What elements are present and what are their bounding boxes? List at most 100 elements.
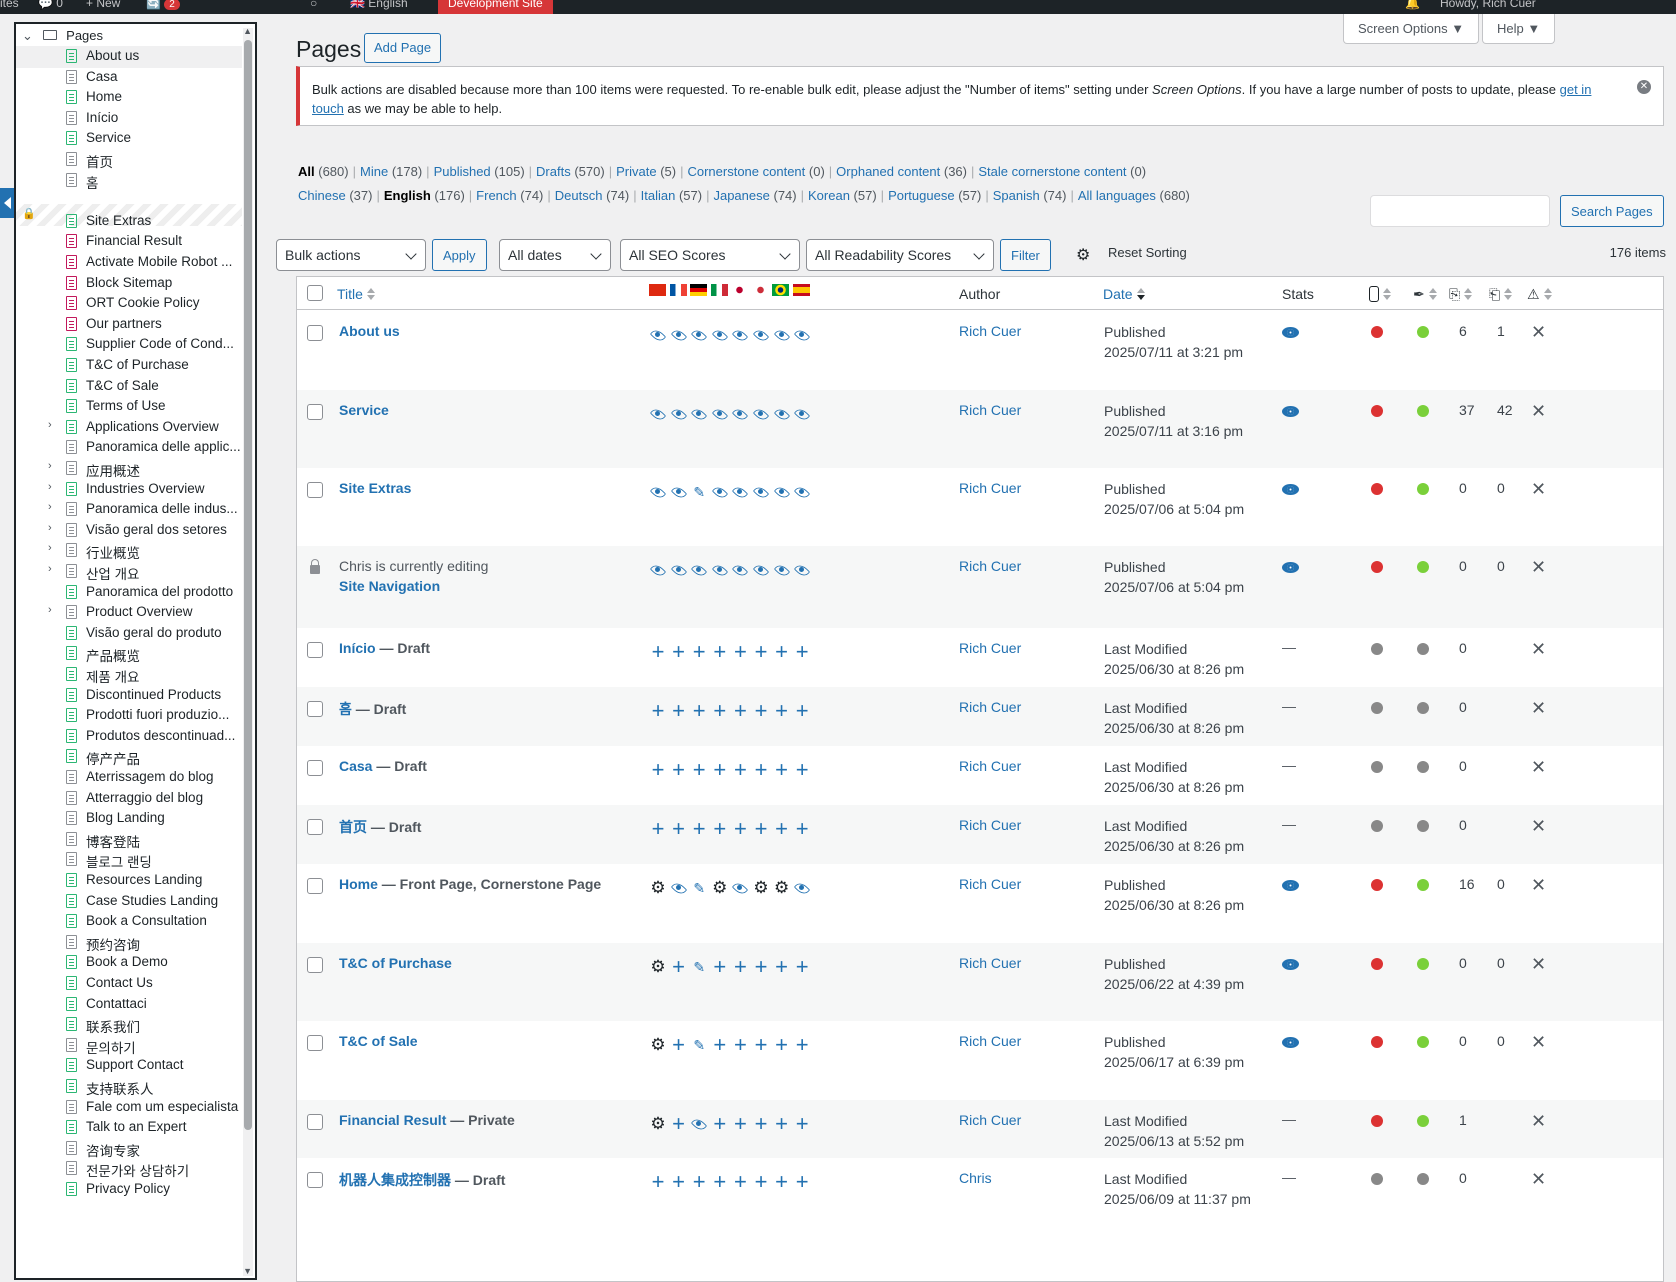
view-translation-icon[interactable] <box>731 405 749 423</box>
add-translation-icon[interactable]: + <box>731 1034 749 1056</box>
tree-item[interactable]: 제품 개요 <box>16 664 242 686</box>
collapse-arrow-icon[interactable]: ⌄ <box>22 28 33 43</box>
row-checkbox[interactable] <box>307 760 323 776</box>
tree-item[interactable]: › Industries Overview <box>16 479 242 501</box>
touch-link[interactable]: touch <box>312 101 344 116</box>
search-icon[interactable]: ○ <box>310 0 317 10</box>
add-translation-icon[interactable]: + <box>752 1113 770 1135</box>
add-translation-icon[interactable]: + <box>752 641 770 663</box>
add-translation-icon[interactable]: + <box>752 1034 770 1056</box>
row-checkbox[interactable] <box>307 878 323 894</box>
author-link[interactable]: Rich Cuer <box>959 480 1021 496</box>
edit-translation-icon[interactable]: ✎ <box>690 483 708 501</box>
tree-item[interactable]: 전문가와 상담하기 <box>16 1158 242 1180</box>
stats-eye-icon[interactable] <box>1282 484 1299 496</box>
tree-item[interactable]: Supplier Code of Cond... <box>16 334 242 356</box>
tree-item[interactable]: Fale com um especialista <box>16 1097 242 1119</box>
add-translation-icon[interactable]: + <box>711 759 729 781</box>
language-link[interactable]: Italian (57) <box>641 188 702 203</box>
close-icon[interactable]: ✕ <box>1531 758 1546 776</box>
apply-button[interactable]: Apply <box>432 239 487 271</box>
seo-scores-select[interactable]: All SEO Scores <box>620 239 800 271</box>
row-title-link[interactable]: About us <box>339 323 400 339</box>
add-translation-icon[interactable]: + <box>711 641 729 663</box>
add-translation-icon[interactable]: + <box>711 700 729 722</box>
gear-icon[interactable]: ⚙ <box>752 879 770 897</box>
author-link[interactable]: Rich Cuer <box>959 955 1021 971</box>
row-checkbox[interactable] <box>307 1172 323 1188</box>
tree-item[interactable]: Visão geral do produto <box>16 623 242 645</box>
filter-button[interactable]: Filter <box>1000 239 1051 271</box>
chevron-right-icon[interactable]: › <box>48 419 52 431</box>
tree-item[interactable]: ORT Cookie Policy <box>16 293 242 315</box>
add-translation-icon[interactable]: + <box>670 1034 688 1056</box>
view-translation-icon[interactable] <box>793 405 811 423</box>
close-icon[interactable]: ✕ <box>1531 558 1546 576</box>
author-link[interactable]: Rich Cuer <box>959 323 1021 339</box>
gear-icon[interactable]: ⚙ <box>649 958 667 976</box>
tree-item[interactable]: Blog Landing <box>16 808 242 830</box>
tree-item[interactable]: › Panoramica delle indus... <box>16 499 242 521</box>
row-title-link[interactable]: Service <box>339 402 389 418</box>
admin-bar-site-stub[interactable]: ites <box>0 0 19 10</box>
close-icon[interactable]: ✕ <box>1531 323 1546 341</box>
add-translation-icon[interactable]: + <box>649 818 667 840</box>
view-translation-icon[interactable] <box>773 561 791 579</box>
readability-header[interactable]: ✒ <box>1413 286 1437 303</box>
gear-icon[interactable]: ⚙ <box>649 1115 667 1133</box>
tree-item[interactable]: Terms of Use <box>16 396 242 418</box>
view-translation-icon[interactable] <box>690 1115 708 1133</box>
view-translation-icon[interactable] <box>731 326 749 344</box>
readability-select[interactable]: All Readability Scores <box>806 239 994 271</box>
view-translation-icon[interactable] <box>752 561 770 579</box>
view-translation-icon[interactable] <box>649 483 667 501</box>
tree-item[interactable]: Case Studies Landing <box>16 891 242 913</box>
row-checkbox[interactable] <box>307 325 323 341</box>
add-translation-icon[interactable]: + <box>731 700 749 722</box>
tree-item[interactable]: 홈 <box>16 170 242 192</box>
tree-item[interactable]: › 应用概述 <box>16 458 242 480</box>
tree-item[interactable]: 문의하기 <box>16 1035 242 1057</box>
add-translation-icon[interactable]: + <box>649 641 667 663</box>
tree-item[interactable]: Financial Result <box>16 231 242 253</box>
view-translation-icon[interactable] <box>711 561 729 579</box>
add-translation-icon[interactable]: + <box>670 1113 688 1135</box>
row-checkbox[interactable] <box>307 482 323 498</box>
add-translation-icon[interactable]: + <box>752 700 770 722</box>
screen-options-button[interactable]: Screen Options ▼ <box>1343 14 1480 44</box>
dev-site-badge[interactable]: Development Site <box>438 0 553 14</box>
stats-eye-icon[interactable] <box>1282 880 1299 892</box>
author-link[interactable]: Rich Cuer <box>959 402 1021 418</box>
collapse-tree-tab[interactable] <box>0 188 14 218</box>
howdy-user[interactable]: Howdy, Rich Cuer <box>1440 0 1536 10</box>
add-translation-icon[interactable]: + <box>793 700 811 722</box>
view-translation-icon[interactable] <box>711 326 729 344</box>
close-icon[interactable]: ✕ <box>1531 1112 1546 1130</box>
comments-icon[interactable]: 💬 0 <box>38 0 63 10</box>
incoming-links-header[interactable]: ⎗ <box>1489 286 1513 303</box>
add-translation-icon[interactable]: + <box>752 759 770 781</box>
view-translation-icon[interactable] <box>793 879 811 897</box>
add-translation-icon[interactable]: + <box>690 700 708 722</box>
tree-item[interactable]: 产品概览 <box>16 643 242 665</box>
tree-item[interactable]: › Visão geral dos setores <box>16 520 242 542</box>
tree-item[interactable]: Produtos descontinuad... <box>16 726 242 748</box>
row-checkbox[interactable] <box>307 701 323 717</box>
add-translation-icon[interactable]: + <box>711 1034 729 1056</box>
view-translation-icon[interactable] <box>711 483 729 501</box>
chevron-right-icon[interactable]: › <box>48 481 52 493</box>
author-link[interactable]: Rich Cuer <box>959 876 1021 892</box>
language-link[interactable]: French (74) <box>476 188 543 203</box>
chevron-right-icon[interactable]: › <box>48 501 52 513</box>
tree-item[interactable]: Panoramica del prodotto <box>16 582 242 604</box>
help-button[interactable]: Help ▼ <box>1482 14 1556 44</box>
author-link[interactable]: Rich Cuer <box>959 758 1021 774</box>
add-translation-icon[interactable]: + <box>670 759 688 781</box>
row-checkbox[interactable] <box>307 819 323 835</box>
author-link[interactable]: Rich Cuer <box>959 1112 1021 1128</box>
view-translation-icon[interactable] <box>752 483 770 501</box>
view-translation-icon[interactable] <box>731 561 749 579</box>
tree-item[interactable]: T&C of Purchase <box>16 355 242 377</box>
tree-item[interactable]: Contattaci <box>16 994 242 1016</box>
close-icon[interactable]: ✕ <box>1531 817 1546 835</box>
